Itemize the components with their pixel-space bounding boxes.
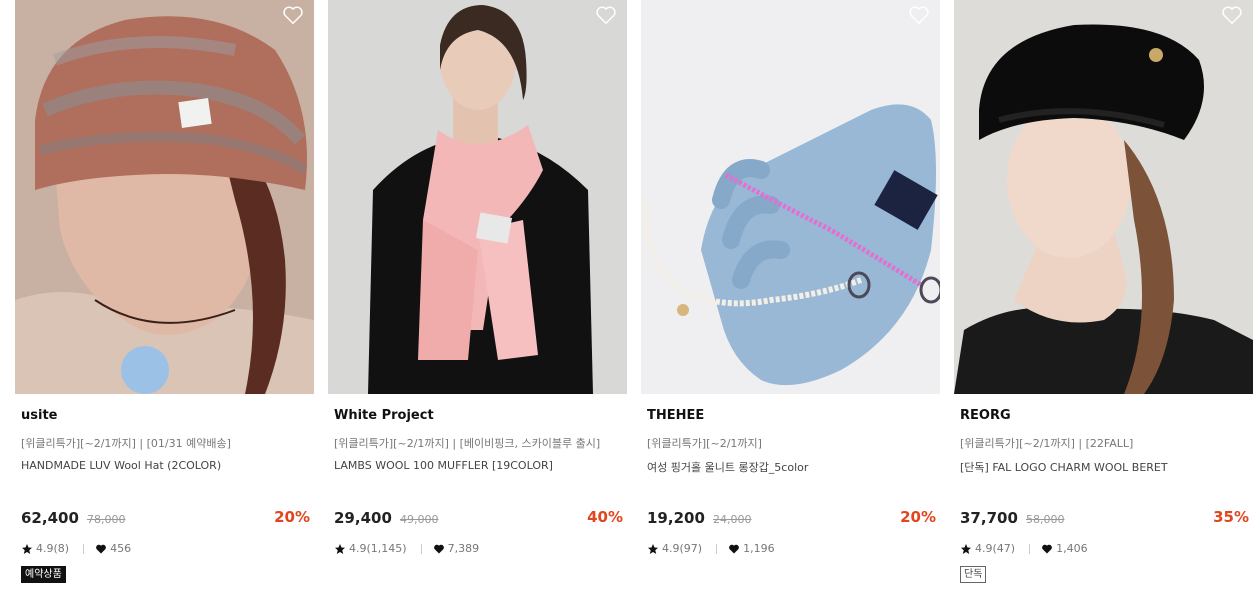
star-icon	[961, 543, 971, 554]
original-price: 78,000	[86, 513, 126, 526]
price-row: 19,200 24,000 20%	[647, 508, 936, 528]
star-icon	[335, 543, 345, 554]
product-name[interactable]: LAMBS WOOL 100 MUFFLER [19COLOR]	[334, 459, 553, 472]
brand-name[interactable]: White Project	[334, 408, 434, 423]
brand-name[interactable]: REORG	[960, 408, 1011, 423]
blue-gloves-photo	[641, 0, 940, 394]
star-icon	[648, 543, 658, 554]
knit-bucket-hat-photo	[15, 0, 314, 394]
promo-text[interactable]: [위클리특가][~2/1까지]	[647, 435, 762, 451]
sale-price: 37,700	[960, 509, 1018, 527]
sale-price: 29,400	[334, 509, 392, 527]
product-name[interactable]: 여성 핑거홀 울니트 롱장갑_5color	[647, 459, 808, 475]
pink-muffler-photo	[328, 0, 627, 394]
original-price: 24,000	[712, 513, 752, 526]
review-meta: 4.9(47) 1,406	[960, 542, 1088, 555]
rating-text: 4.9(97)	[662, 542, 703, 555]
review-meta: 4.9(8) 456	[21, 542, 131, 555]
like-heart-icon	[433, 544, 444, 553]
wishlist-heart-icon[interactable]	[1221, 4, 1243, 26]
divider	[1029, 543, 1031, 554]
product-name[interactable]: HANDMADE LUV Wool Hat (2COLOR)	[21, 459, 221, 472]
divider	[83, 543, 85, 554]
like-heart-icon	[1042, 544, 1052, 553]
sale-price: 62,400	[21, 509, 79, 527]
product-card-white-project[interactable]: White Project [위클리특가][~2/1까지] | [베이비핑크, …	[328, 0, 627, 597]
product-card-thehee[interactable]: THEHEE [위클리특가][~2/1까지] 여성 핑거홀 울니트 롱장갑_5c…	[641, 0, 940, 597]
promo-text[interactable]: [위클리특가][~2/1까지] | [22FALL]	[960, 435, 1133, 451]
like-heart-icon	[729, 544, 739, 553]
product-card-reorg[interactable]: REORG [위클리특가][~2/1까지] | [22FALL] [단독] FA…	[954, 0, 1253, 597]
product-card-usite[interactable]: usite [위클리특가][~2/1까지] | [01/31 예약배송] HAN…	[15, 0, 314, 597]
promo-text[interactable]: [위클리특가][~2/1까지] | [01/31 예약배송]	[21, 435, 231, 451]
price-row: 37,700 58,000 35%	[960, 508, 1249, 528]
review-meta: 4.9(97) 1,196	[647, 542, 775, 555]
review-meta: 4.9(1,145) 7,389	[334, 542, 479, 555]
wishlist-heart-icon[interactable]	[282, 4, 304, 26]
promo-text[interactable]: [위클리특가][~2/1까지] | [베이비핑크, 스카이블루 출시]	[334, 435, 600, 451]
product-name[interactable]: [단독] FAL LOGO CHARM WOOL BERET	[960, 459, 1168, 475]
product-image[interactable]	[15, 0, 314, 394]
brand-name[interactable]: usite	[21, 408, 57, 423]
divider	[716, 543, 718, 554]
preorder-badge: 예약상품	[21, 566, 66, 583]
rating-text: 4.9(1,145)	[349, 542, 407, 555]
product-grid: usite [위클리특가][~2/1까지] | [01/31 예약배송] HAN…	[0, 0, 1260, 597]
star-icon	[22, 543, 32, 554]
product-image[interactable]	[641, 0, 940, 394]
discount-rate: 35%	[1213, 508, 1249, 526]
discount-rate: 20%	[274, 508, 310, 526]
rating-text: 4.9(47)	[975, 542, 1016, 555]
product-image[interactable]	[954, 0, 1253, 394]
exclusive-badge: 단독	[960, 566, 987, 583]
divider	[420, 543, 422, 554]
sale-price: 19,200	[647, 509, 705, 527]
discount-rate: 40%	[587, 508, 623, 526]
like-heart-icon	[96, 544, 106, 553]
discount-rate: 20%	[900, 508, 936, 526]
like-count: 1,406	[1056, 542, 1088, 555]
wishlist-heart-icon[interactable]	[908, 4, 930, 26]
product-image[interactable]	[328, 0, 627, 394]
like-count: 7,389	[447, 542, 480, 555]
like-count: 1,196	[743, 542, 775, 555]
price-row: 62,400 78,000 20%	[21, 508, 310, 528]
rating-text: 4.9(8)	[36, 542, 70, 555]
original-price: 58,000	[1025, 513, 1065, 526]
brand-name[interactable]: THEHEE	[647, 408, 704, 423]
price-row: 29,400 49,000 40%	[334, 508, 623, 528]
original-price: 49,000	[399, 513, 439, 526]
black-beret-photo	[954, 0, 1253, 394]
wishlist-heart-icon[interactable]	[595, 4, 617, 26]
like-count: 456	[110, 542, 132, 555]
